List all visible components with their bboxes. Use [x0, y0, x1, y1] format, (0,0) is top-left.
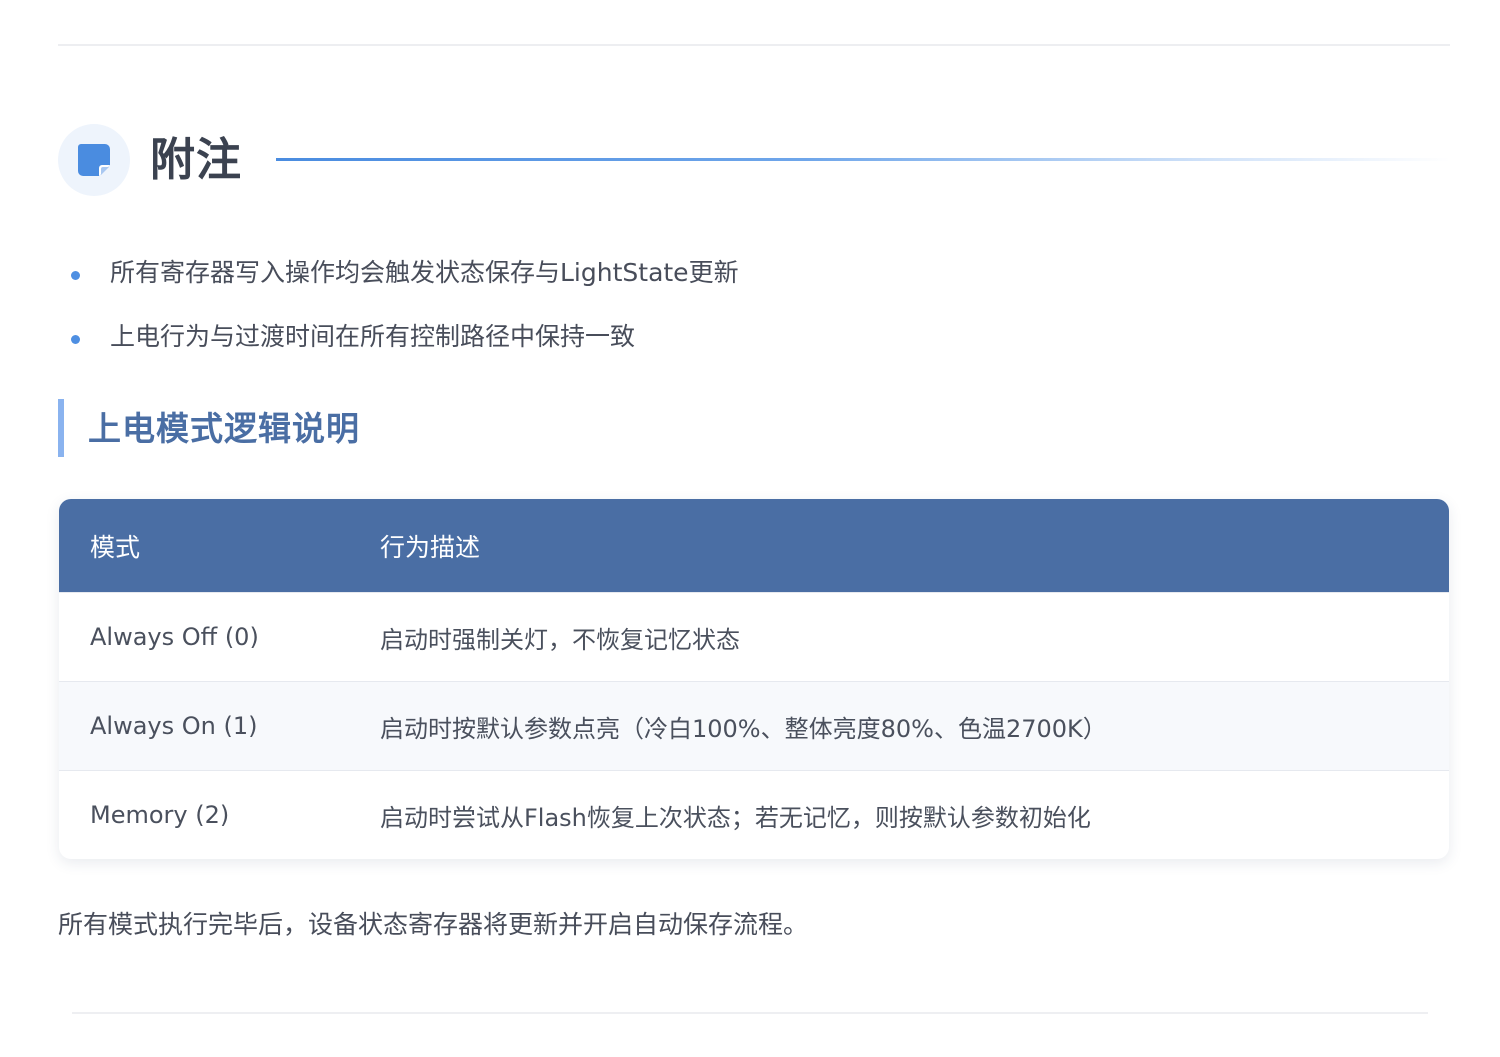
- section-header: 附注: [58, 124, 1450, 196]
- description-cell: 启动时尝试从Flash恢复上次状态；若无记忆，则按默认参数初始化: [349, 770, 1449, 859]
- mode-cell: Always Off (0): [59, 592, 349, 682]
- mode-table: 模式 行为描述 Always Off (0) 启动时强制关灯，不恢复记忆状态 A…: [59, 499, 1449, 859]
- note-text: 所有寄存器写入操作均会触发状态保存与LightState更新: [110, 258, 739, 287]
- table-row: Always Off (0) 启动时强制关灯，不恢复记忆状态: [59, 592, 1449, 682]
- list-item: 所有寄存器写入操作均会触发状态保存与LightState更新: [58, 246, 739, 310]
- bullet-dot: [71, 335, 80, 344]
- table-row: Always On (1) 启动时按默认参数点亮（冷白100%、整体亮度80%、…: [59, 681, 1449, 771]
- table-row: Memory (2) 启动时尝试从Flash恢复上次状态；若无记忆，则按默认参数…: [59, 770, 1449, 859]
- note-icon-badge: [58, 124, 130, 196]
- section-title: 附注: [150, 133, 243, 186]
- mode-cell: Memory (2): [59, 770, 349, 859]
- bottom-divider: [72, 1012, 1428, 1014]
- column-header-mode: 模式: [59, 499, 349, 593]
- bullet-dot: [71, 271, 80, 280]
- top-divider: [58, 44, 1450, 46]
- list-item: 上电行为与过渡时间在所有控制路径中保持一致: [58, 310, 739, 374]
- mode-table-card: 模式 行为描述 Always Off (0) 启动时强制关灯，不恢复记忆状态 A…: [59, 499, 1449, 859]
- sub-heading: 上电模式逻辑说明: [58, 399, 360, 457]
- note-text: 上电行为与过渡时间在所有控制路径中保持一致: [110, 322, 636, 351]
- table-header-row: 模式 行为描述: [59, 499, 1449, 593]
- column-header-description: 行为描述: [349, 499, 1449, 593]
- title-accent-line: [276, 158, 1450, 161]
- note-icon: [78, 144, 110, 176]
- description-cell: 启动时强制关灯，不恢复记忆状态: [349, 592, 1449, 682]
- note-list: 所有寄存器写入操作均会触发状态保存与LightState更新 上电行为与过渡时间…: [58, 246, 739, 374]
- mode-cell: Always On (1): [59, 681, 349, 771]
- footer-note: 所有模式执行完毕后，设备状态寄存器将更新并开启自动保存流程。: [58, 910, 809, 939]
- description-cell: 启动时按默认参数点亮（冷白100%、整体亮度80%、色温2700K）: [349, 681, 1449, 771]
